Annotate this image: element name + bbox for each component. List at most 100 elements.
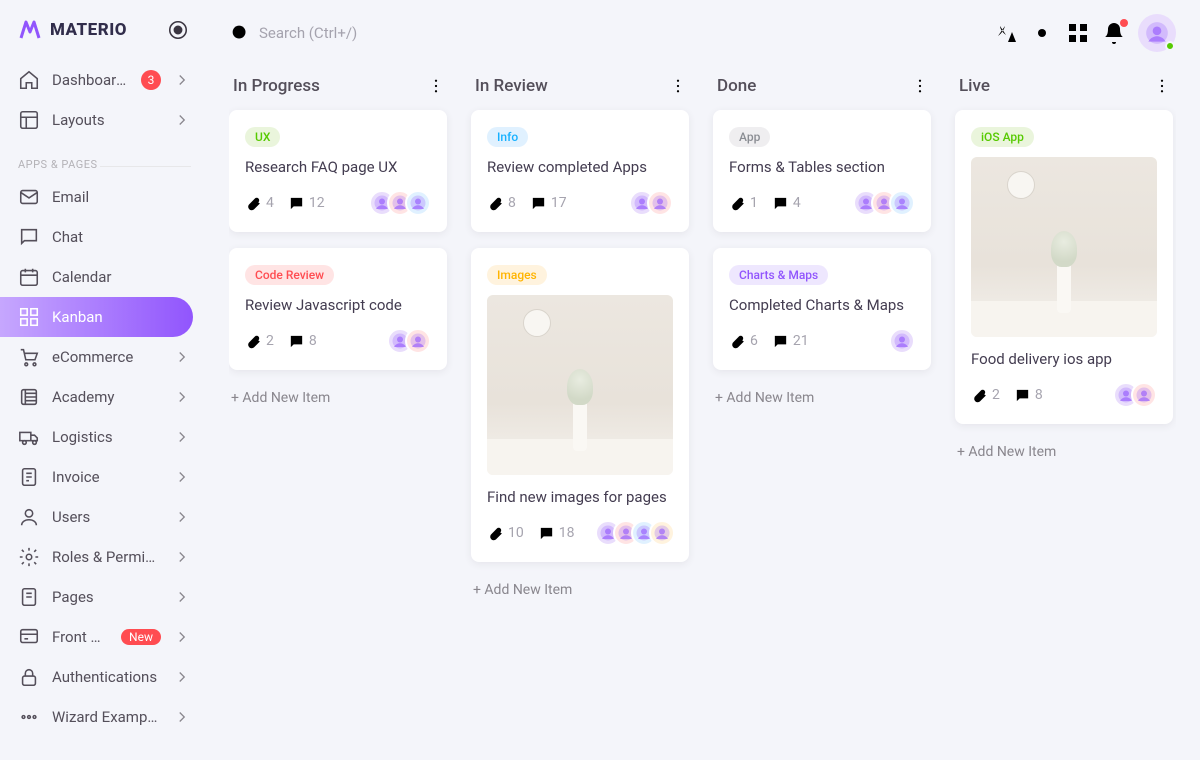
column-menu-icon[interactable] (1153, 77, 1171, 95)
column-title[interactable]: Live (959, 76, 990, 96)
column-menu-icon[interactable] (911, 77, 929, 95)
add-item-button[interactable]: + Add New Item (955, 440, 1173, 464)
comment-icon (530, 195, 547, 212)
avatar-face-icon (651, 194, 669, 212)
comments-count: 18 (559, 525, 575, 541)
language-icon[interactable] (994, 21, 1018, 45)
sidebar-item-label: Layouts (52, 111, 161, 129)
nav-section-header: APPS & PAGES (0, 140, 205, 177)
chevron-right-icon (173, 348, 191, 366)
apps-grid-icon[interactable] (1066, 21, 1090, 45)
avatar-face-icon (893, 194, 911, 212)
user-avatar[interactable] (1138, 14, 1176, 52)
pages-icon (18, 586, 40, 608)
attachments-count: 2 (992, 387, 1000, 403)
sidebar-item-email[interactable]: Email (0, 177, 205, 217)
assignee-avatar[interactable] (405, 190, 431, 216)
comments-count: 21 (793, 333, 809, 349)
sidebar-count-badge: 3 (141, 70, 161, 90)
search-box[interactable]: Search (Ctrl+/) (229, 22, 357, 44)
sidebar-item-kanban[interactable]: Kanban (0, 297, 193, 337)
academy-icon (18, 386, 40, 408)
sidebar-item-layouts[interactable]: Layouts (0, 100, 205, 140)
chevron-right-icon (173, 71, 191, 89)
comment-icon (772, 195, 789, 212)
notification-dot (1120, 19, 1128, 27)
lock-icon (18, 666, 40, 688)
theme-toggle-icon[interactable] (1030, 21, 1054, 45)
chevron-right-icon (173, 588, 191, 606)
home-icon (18, 69, 40, 91)
column-title[interactable]: In Review (475, 76, 548, 96)
add-item-button[interactable]: + Add New Item (713, 386, 931, 410)
sidebar-item-calendar[interactable]: Calendar (0, 257, 205, 297)
kanban-card[interactable]: Images Find new images for pages 10 18 (471, 248, 689, 562)
sidebar-new-badge: New (121, 629, 161, 645)
notifications-button[interactable] (1102, 21, 1126, 45)
column-in-progress: In Progress UX Research FAQ page UX 4 12… (229, 76, 447, 602)
comments-meta: 18 (538, 525, 575, 542)
column-done: Done App Forms & Tables section 1 4 Char… (713, 76, 931, 602)
kanban-card[interactable]: App Forms & Tables section 1 4 (713, 110, 931, 232)
sidebar-item-users[interactable]: Users (0, 497, 205, 537)
kanban-card[interactable]: Charts & Maps Completed Charts & Maps 6 … (713, 248, 931, 370)
chevron-right-icon (173, 508, 191, 526)
column-menu-icon[interactable] (427, 77, 445, 95)
kanban-card[interactable]: iOS App Food delivery ios app 2 8 (955, 110, 1173, 424)
assignee-avatar[interactable] (405, 328, 431, 354)
kanban-board: In Progress UX Research FAQ page UX 4 12… (229, 56, 1176, 602)
sidebar-item-logistics[interactable]: Logistics (0, 417, 205, 457)
sidebar-item-invoice[interactable]: Invoice (0, 457, 205, 497)
assignee-avatar[interactable] (1131, 382, 1157, 408)
column-in-review: In Review Info Review completed Apps 8 1… (471, 76, 689, 602)
chevron-right-icon (173, 388, 191, 406)
add-item-button[interactable]: + Add New Item (229, 386, 447, 410)
comments-meta: 21 (772, 333, 809, 350)
sidebar-item-ecommerce[interactable]: eCommerce (0, 337, 205, 377)
truck-icon (18, 426, 40, 448)
sidebar-item-authentications[interactable]: Authentications (0, 657, 205, 697)
assignee-avatar[interactable] (889, 328, 915, 354)
card-footer: 2 8 (971, 382, 1157, 408)
column-header: In Progress (229, 76, 447, 110)
sidebar-item-pages[interactable]: Pages (0, 577, 205, 617)
chevron-right-icon (173, 111, 191, 129)
card-tag: UX (245, 127, 280, 147)
sidebar-item-front-pages[interactable]: Front PagesNew (0, 617, 205, 657)
column-title[interactable]: Done (717, 76, 756, 96)
sidebar-item-label: Roles & Permissi... (52, 548, 161, 566)
comment-icon (772, 333, 789, 350)
column-menu-icon[interactable] (669, 77, 687, 95)
add-item-button[interactable]: + Add New Item (471, 578, 689, 602)
kanban-card[interactable]: Info Review completed Apps 8 17 (471, 110, 689, 232)
comment-icon (538, 525, 555, 542)
sidebar-item-academy[interactable]: Academy (0, 377, 205, 417)
comments-count: 12 (309, 195, 325, 211)
sidebar-item-chat[interactable]: Chat (0, 217, 205, 257)
dots-icon (18, 706, 40, 728)
sidebar-item-label: Calendar (52, 268, 191, 286)
assignee-avatar[interactable] (889, 190, 915, 216)
sidebar-item-roles-permissi-[interactable]: Roles & Permissi... (0, 537, 205, 577)
comments-meta: 12 (288, 195, 325, 212)
card-title: Find new images for pages (487, 487, 673, 508)
kanban-card[interactable]: Code Review Review Javascript code 2 8 (229, 248, 447, 370)
assignee-avatar[interactable] (649, 520, 675, 546)
collapse-toggle-icon[interactable] (167, 19, 189, 41)
sidebar-item-dashboards[interactable]: Dashboards3 (0, 60, 205, 100)
assignee-avatar[interactable] (647, 190, 673, 216)
sidebar-item-wizard-examples[interactable]: Wizard Examples (0, 697, 205, 737)
kanban-icon (18, 306, 40, 328)
card-tag: Images (487, 265, 547, 285)
sidebar-item-label: Kanban (52, 308, 179, 326)
card-image (487, 295, 673, 475)
brand-name: MATERIO (50, 20, 127, 40)
chevron-right-icon (173, 468, 191, 486)
attachment-icon (487, 195, 504, 212)
kanban-card[interactable]: UX Research FAQ page UX 4 12 (229, 110, 447, 232)
card-footer: 8 17 (487, 190, 673, 216)
attachment-icon (971, 387, 988, 404)
column-title[interactable]: In Progress (233, 76, 320, 96)
chevron-right-icon (173, 668, 191, 686)
attachment-icon (245, 333, 262, 350)
